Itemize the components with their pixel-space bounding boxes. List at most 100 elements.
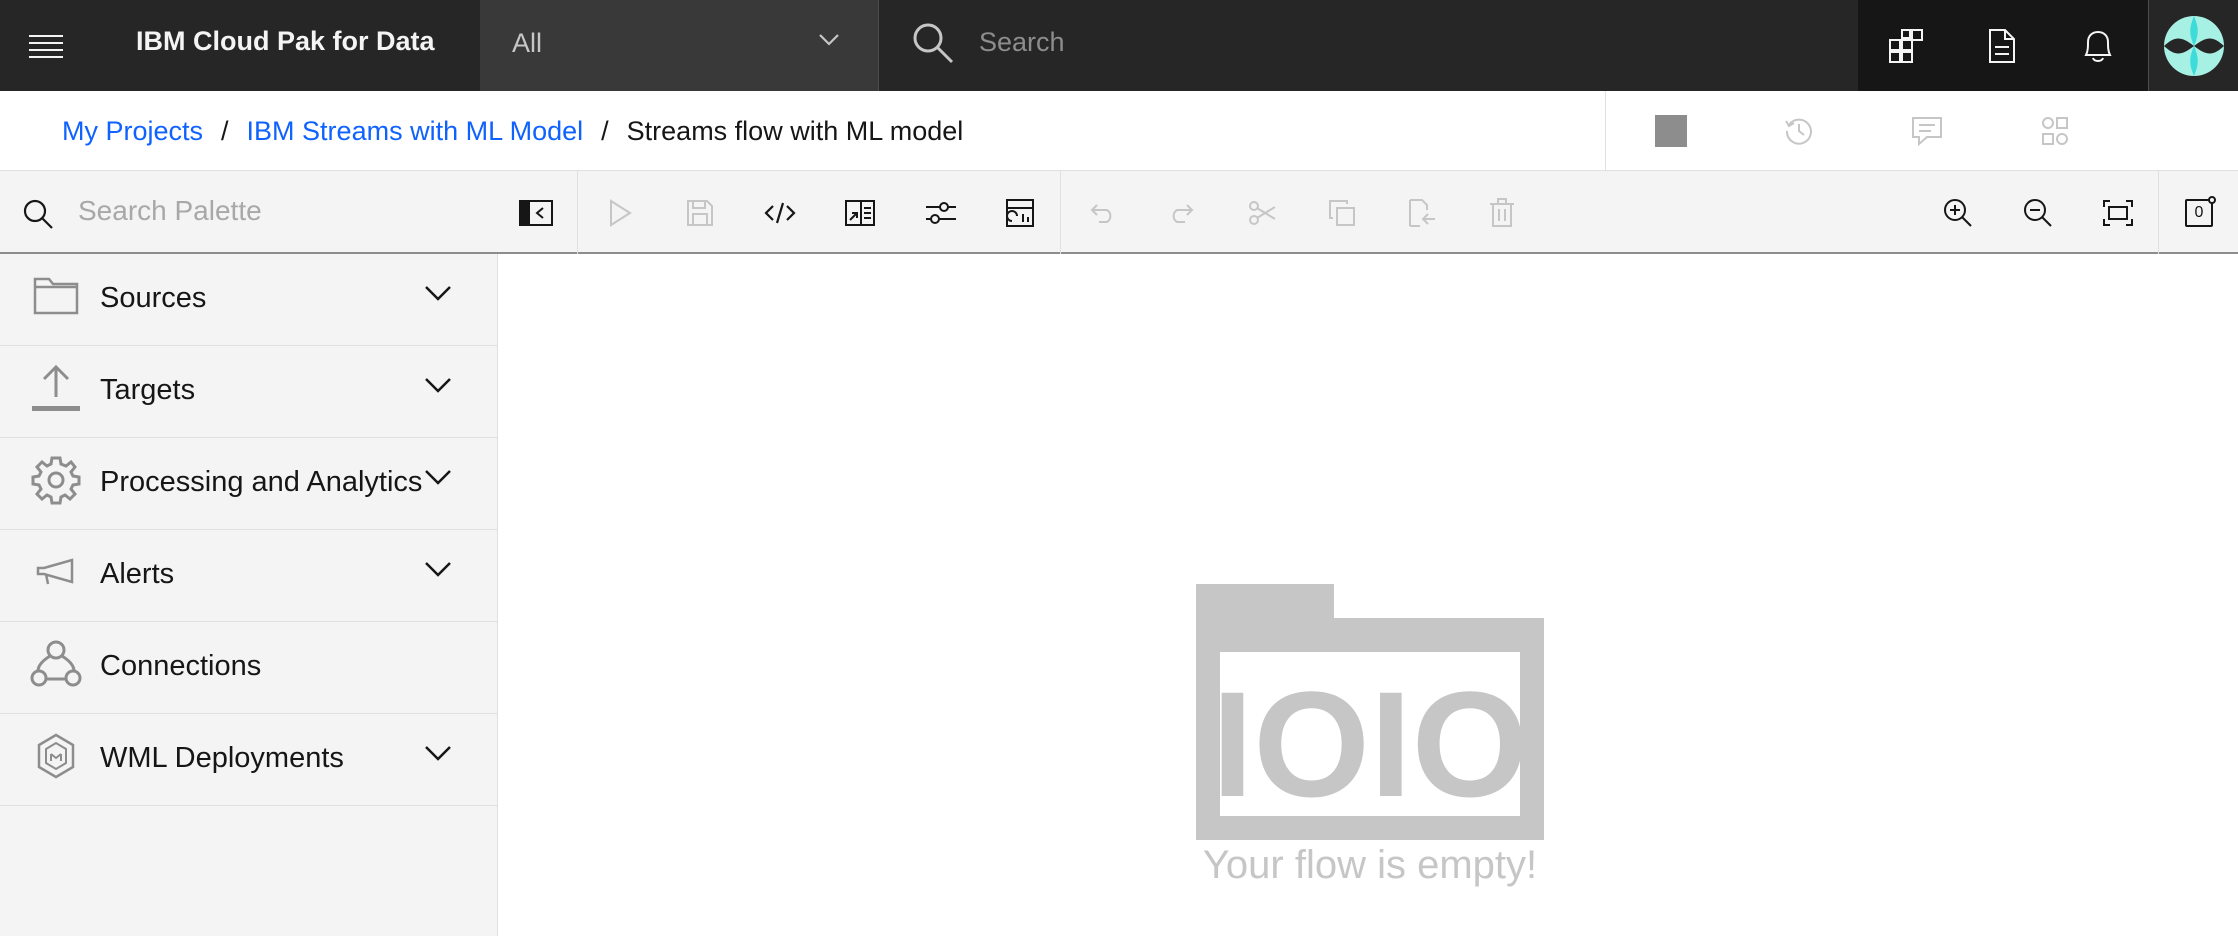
zoom-in-button[interactable] [1918,171,1998,254]
zoom-out-icon [2024,198,2052,227]
category-label: Targets [100,374,196,406]
redo-button[interactable] [1142,171,1222,254]
zoom-out-button[interactable] [1998,171,2078,254]
product-name[interactable]: IBM Cloud Pak for Data [136,0,435,91]
scissors-icon [1249,200,1276,225]
connection-icon [28,636,84,692]
palette-category-processing-and-analytics[interactable]: Processing and Analytics [0,438,498,530]
history-icon [1785,118,1812,145]
comment-icon [1912,117,1942,146]
empty-flow-message: Your flow is empty! [1202,843,1538,887]
upload-icon [28,360,84,416]
comments-button[interactable] [1895,91,1959,171]
metrics-button[interactable] [980,171,1060,254]
top-header: IBM Cloud Pak for Data All [0,0,2238,91]
breadcrumb-separator: / [601,115,609,146]
settings-button[interactable] [900,171,980,254]
copy-button[interactable] [1302,171,1382,254]
folder-icon [28,268,84,324]
apps-switcher-button[interactable] [1858,0,1954,91]
side-panel-close-icon [519,200,553,226]
palette-search [0,171,578,254]
redo-icon [1172,203,1194,223]
flow-settings-button[interactable] [2023,91,2087,171]
model-icon [28,728,84,784]
user-avatar-button[interactable] [2148,0,2238,91]
palette-category-alerts[interactable]: Alerts [0,530,498,622]
code-icon [764,202,796,223]
notification-counter-icon: 0 [2185,195,2216,227]
export-panel-icon [845,199,875,226]
global-search-input[interactable] [979,20,1799,64]
node-palette: Sources Targets Processing and Analytics [0,254,498,936]
flow-canvas[interactable]: IOIO Your flow is empty! [498,254,2238,936]
palette-category-sources[interactable]: Sources [0,254,498,346]
sliders-icon [926,201,956,224]
save-button[interactable] [660,171,740,254]
flow-actions [1605,91,2238,171]
notifications-button[interactable] [2050,0,2146,91]
code-view-button[interactable] [740,171,820,254]
bell-icon [2084,30,2112,62]
nodes-icon [2042,117,2068,145]
zoom-in-icon [1944,198,1972,227]
empty-art-text: IOIO [1212,660,1529,828]
play-icon [610,198,632,227]
hamburger-menu-button[interactable] [0,0,91,91]
canvas-toolbar: 0 [0,171,2238,254]
palette-category-connections[interactable]: Connections [0,622,498,714]
breadcrumb-my-projects[interactable]: My Projects [62,116,203,147]
document-icon [1989,28,2015,63]
category-label: Alerts [100,558,175,590]
palette-search-input[interactable] [78,191,498,231]
chevron-down-icon [425,746,451,761]
chevron-down-icon [425,286,451,301]
breadcrumb-project[interactable]: IBM Streams with ML Model [247,116,584,147]
palette-category-targets[interactable]: Targets [0,346,498,438]
paste-button[interactable] [1382,171,1462,254]
scope-dropdown[interactable]: All [480,0,878,91]
breadcrumb-current-flow: Streams flow with ML model [626,115,964,146]
notification-dot [2208,195,2216,204]
documentation-button[interactable] [1954,0,2050,91]
save-icon [687,199,713,226]
apps-icon [1889,28,1923,63]
toolbar-divider [1060,171,1061,254]
breadcrumb-separator: / [221,115,229,146]
copy-icon [1329,199,1355,226]
chevron-down-icon [819,34,839,46]
stop-icon [1655,115,1687,147]
collapse-palette-button[interactable] [516,193,556,233]
chevron-down-icon [425,378,451,393]
chevron-down-icon [425,470,451,485]
avatar [2163,15,2224,76]
notification-count: 0 [2194,203,2204,221]
stop-flow-button[interactable] [1639,91,1703,171]
hamburger-icon [28,34,63,58]
notifications-panel-button[interactable]: 0 [2160,171,2238,254]
palette-category-wml-deployments[interactable]: WML Deployments [0,714,498,806]
delete-button[interactable] [1462,171,1542,254]
fit-to-screen-button[interactable] [2078,171,2158,254]
import-button[interactable] [820,171,900,254]
undo-button[interactable] [1062,171,1142,254]
trash-icon [1490,197,1514,227]
breadcrumb: My Projects / IBM Streams with ML Model … [62,91,963,171]
cut-button[interactable] [1222,171,1302,254]
dashboard-icon [1006,198,1034,227]
category-label: Sources [100,282,207,314]
undo-icon [1090,203,1112,223]
empty-flow-illustration: IOIO [1196,584,1544,840]
scope-selected-value: All [512,28,543,58]
run-button[interactable] [580,171,660,254]
category-label: Connections [100,650,262,682]
fit-to-screen-icon [2103,199,2133,226]
chevron-down-icon [425,562,451,577]
category-label: Processing and Analytics [100,466,423,498]
search-icon [23,199,53,229]
toolbar-divider [2158,171,2159,254]
breadcrumb-bar: My Projects / IBM Streams with ML Model … [0,91,2238,171]
history-button[interactable] [1767,91,1831,171]
header-actions [1858,0,2148,91]
gear-icon [28,452,84,508]
